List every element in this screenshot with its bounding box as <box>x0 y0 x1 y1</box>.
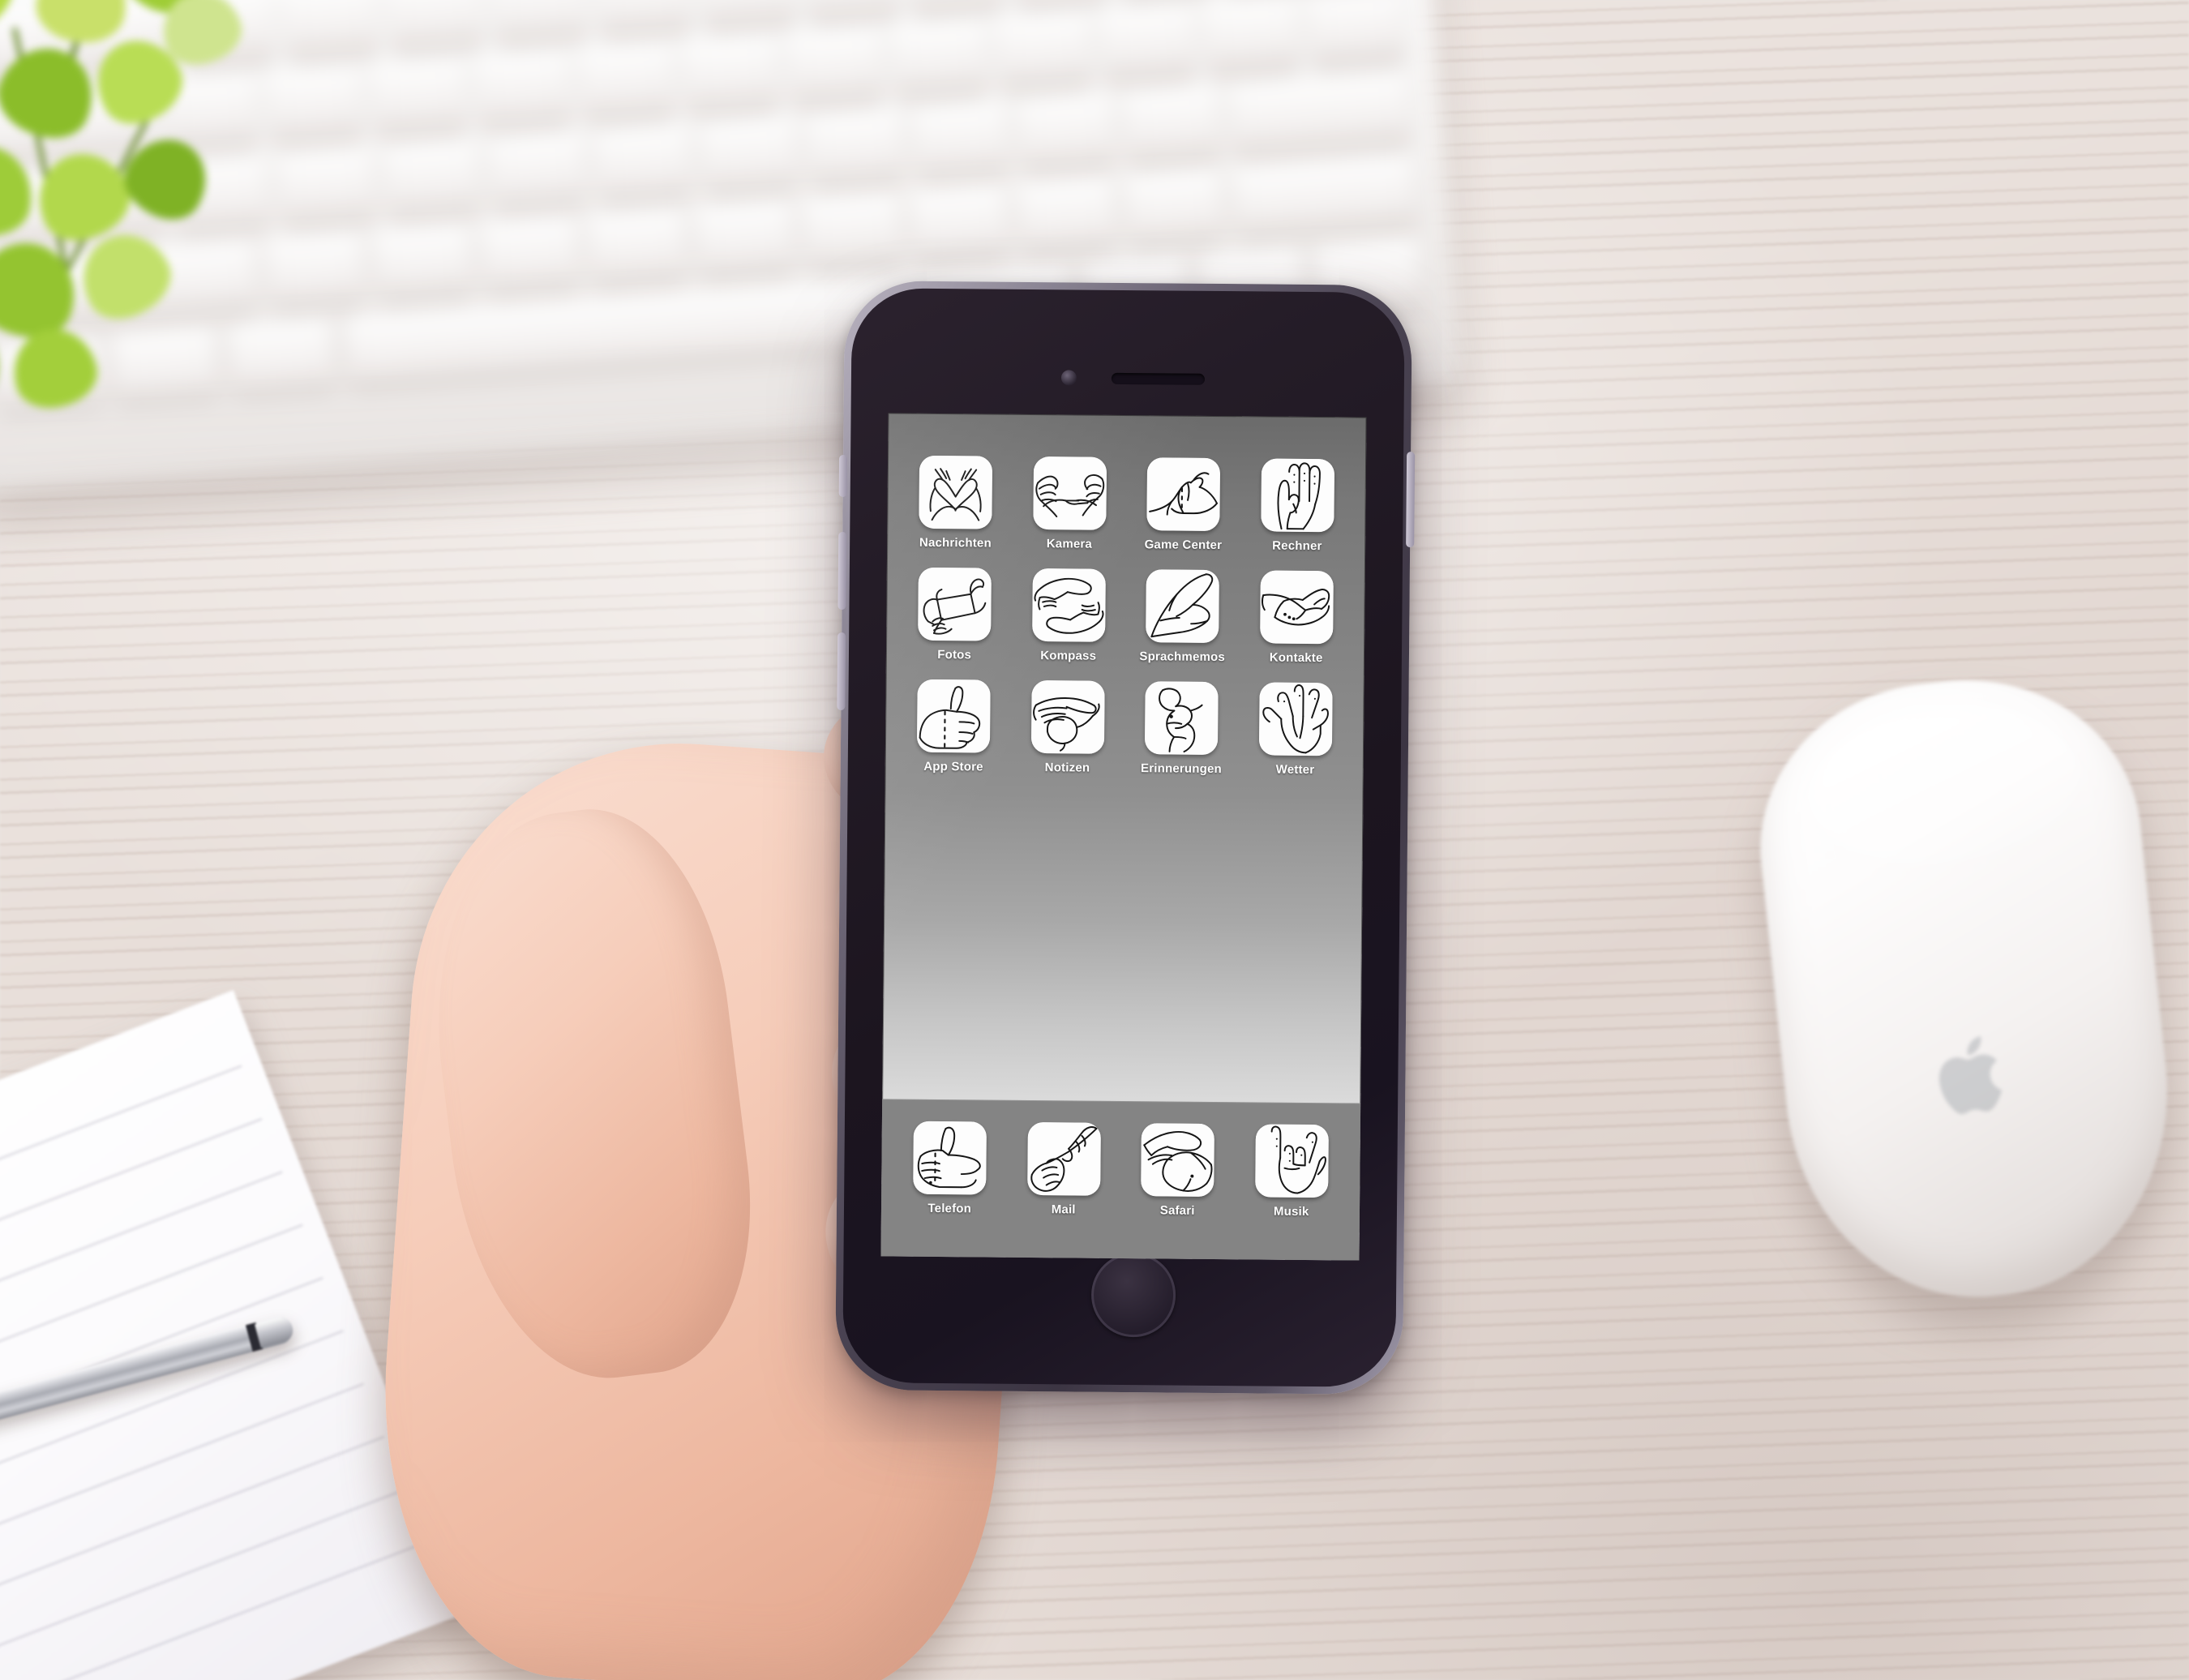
app-label: Kompass <box>1040 649 1097 663</box>
open-palm-hand-icon[interactable] <box>1258 682 1333 756</box>
app-label: Kamera <box>1046 537 1093 551</box>
app-notizen[interactable]: Notizen <box>1010 680 1125 775</box>
reaching-hands-icon[interactable] <box>1026 1121 1101 1196</box>
mute-switch[interactable] <box>838 454 848 498</box>
pinch-hand-icon[interactable] <box>1145 681 1219 756</box>
phone-screen[interactable]: Nachrichten Kamera Game Center Rechner F… <box>880 413 1367 1261</box>
dock: Telefon Mail Safari Musik <box>880 1099 1361 1261</box>
dock-app-mail[interactable]: Mail <box>1006 1121 1121 1217</box>
app-label: Rechner <box>1272 538 1322 554</box>
app-label: Safari <box>1159 1203 1195 1218</box>
app-erinnerungen[interactable]: Erinnerungen <box>1124 681 1240 776</box>
iphone[interactable]: Nachrichten Kamera Game Center Rechner F… <box>835 280 1416 1395</box>
app-label: Kontakte <box>1269 650 1323 666</box>
app-label: Nachrichten <box>919 535 992 551</box>
app-label: Fotos <box>937 647 972 662</box>
app-kamera[interactable]: Kamera <box>1013 456 1128 551</box>
app-rechner[interactable]: Rechner <box>1240 458 1356 553</box>
app-nachrichten[interactable]: Nachrichten <box>898 455 1013 551</box>
cupped-hands-icon[interactable] <box>1141 1123 1215 1197</box>
thumbs-up-hand-icon[interactable] <box>917 679 991 753</box>
app-game-center[interactable]: Game Center <box>1126 457 1241 552</box>
desk-scene: Nachrichten Kamera Game Center Rechner F… <box>0 0 2189 1680</box>
app-fotos[interactable]: Fotos <box>897 567 1013 662</box>
volume-up-button[interactable] <box>837 531 847 610</box>
ok-sign-hand-icon[interactable] <box>1030 680 1105 754</box>
flat-hand-icon[interactable] <box>1146 569 1220 644</box>
apple-magic-mouse <box>1744 662 2188 1316</box>
app-label: Notizen <box>1044 761 1090 775</box>
rock-on-hand-icon[interactable] <box>1254 1124 1329 1198</box>
app-wetter[interactable]: Wetter <box>1238 682 1353 777</box>
fist-bump-hands-icon[interactable] <box>1146 457 1221 532</box>
phone-call-hand-icon[interactable] <box>913 1121 987 1195</box>
app-label: Wetter <box>1275 762 1315 778</box>
app-label: App Store <box>923 759 983 774</box>
home-screen-app-grid: Nachrichten Kamera Game Center Rechner F… <box>885 455 1366 777</box>
handshake-icon[interactable] <box>1259 570 1334 645</box>
app-label: Musik <box>1273 1204 1309 1219</box>
pointing-hands-icon[interactable] <box>1031 568 1106 642</box>
power-button[interactable] <box>1406 452 1416 548</box>
app-label: Telefon <box>927 1201 972 1216</box>
green-plant <box>0 0 397 446</box>
home-button[interactable] <box>1090 1252 1176 1338</box>
volume-down-button[interactable] <box>837 632 846 710</box>
app-label: Erinnerungen <box>1140 761 1223 777</box>
app-kontakte[interactable]: Kontakte <box>1239 570 1354 665</box>
picture-frame-hands-icon[interactable] <box>918 567 992 641</box>
apple-logo-icon <box>1938 1036 2003 1115</box>
app-kompass[interactable]: Kompass <box>1011 568 1126 663</box>
app-app-store[interactable]: App Store <box>897 679 1012 774</box>
dock-app-safari[interactable]: Safari <box>1120 1123 1236 1218</box>
app-label: Mail <box>1051 1202 1076 1217</box>
dock-app-musik[interactable]: Musik <box>1234 1124 1349 1219</box>
heart-hands-icon[interactable] <box>919 455 993 529</box>
app-label: Sprachmemos <box>1139 649 1226 665</box>
framing-hands-icon[interactable] <box>1033 456 1107 530</box>
front-camera-icon <box>1060 370 1077 386</box>
dock-app-telefon[interactable]: Telefon <box>893 1121 1008 1216</box>
dock-app-grid: Telefon Mail Safari Musik <box>881 1121 1360 1219</box>
app-sprachmemos[interactable]: Sprachmemos <box>1125 569 1240 664</box>
app-label: Game Center <box>1144 538 1223 553</box>
counting-fingers-hand-icon[interactable] <box>1261 458 1334 533</box>
earpiece-speaker <box>1111 372 1205 385</box>
